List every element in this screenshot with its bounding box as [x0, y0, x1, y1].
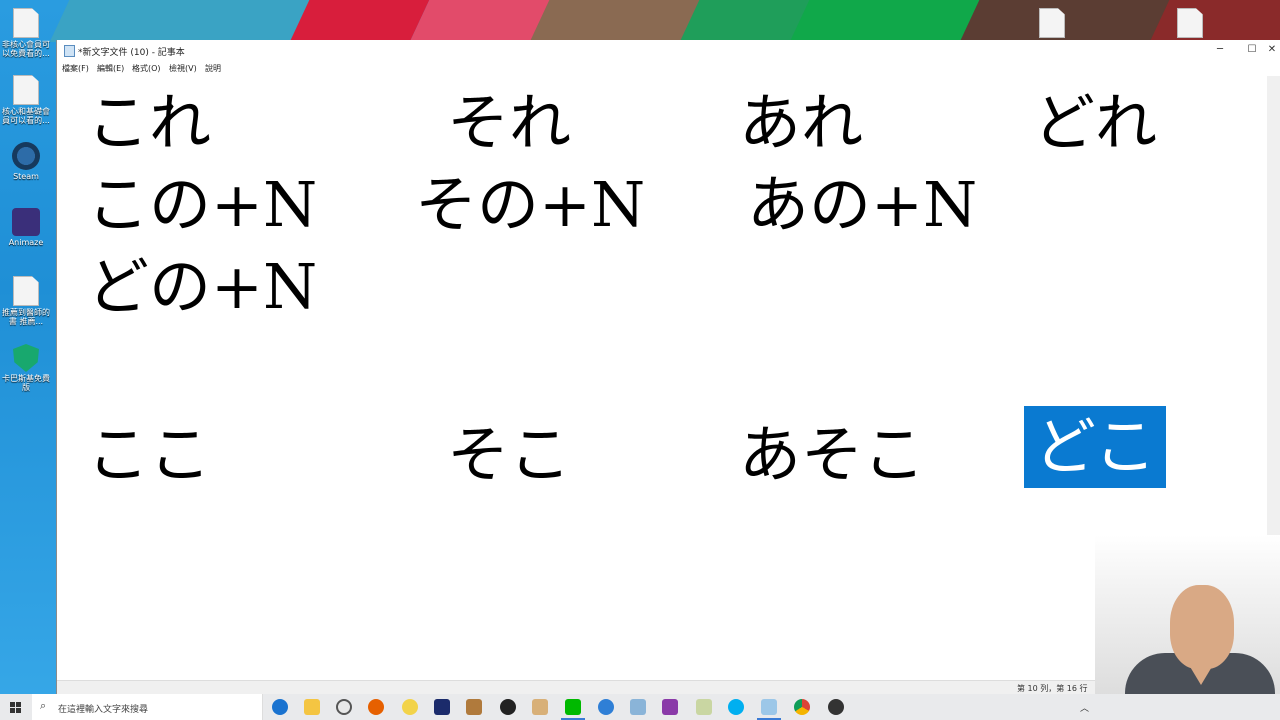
desktop-icon-file-2[interactable]: 核心和基礎會員可以看的...	[0, 75, 52, 125]
text-file-icon	[1039, 8, 1065, 38]
webcam-overlay	[1095, 535, 1280, 720]
desktop-icon-label: 卡巴斯基免費版	[2, 374, 50, 392]
wallpaper-stripes	[0, 0, 1280, 42]
minimize-button[interactable]: ─	[1203, 40, 1237, 60]
text-sono-n: その+N	[415, 168, 646, 241]
text-kono-n: この+N	[87, 168, 318, 241]
tray-chevron-up-icon[interactable]: ︿	[1080, 701, 1089, 714]
taskbar: ⌕ 在這裡輸入文字來搜尋 ︿	[0, 694, 1280, 720]
taskbar-search[interactable]: ⌕ 在這裡輸入文字來搜尋	[32, 694, 263, 720]
presenter-head	[1170, 585, 1234, 669]
search-app-icon[interactable]	[336, 699, 352, 715]
firefox-icon[interactable]	[368, 699, 384, 715]
notepad-taskbar-icon[interactable]	[757, 699, 781, 720]
text-file-icon	[13, 75, 39, 105]
text-dono-n: どの+N	[87, 250, 318, 323]
desktop-icon-label: Animaze	[8, 238, 44, 247]
desktop-icon-file-top-2[interactable]	[1164, 8, 1216, 40]
search-placeholder: 在這裡輸入文字來搜尋	[58, 705, 149, 715]
kaspersky-free-icon	[13, 344, 39, 372]
menu-format[interactable]: 格式(O)	[132, 63, 161, 74]
desktop-icon-kaspersky[interactable]: 卡巴斯基免費版	[0, 344, 52, 392]
desktop-icon-file-top-1[interactable]	[1026, 8, 1078, 40]
text-dore: どれ	[1033, 86, 1158, 159]
desktop-icon-label: 核心和基礎會員可以看的...	[2, 107, 50, 125]
close-button[interactable]: ✕	[1263, 40, 1280, 60]
text-are: あれ	[739, 86, 864, 159]
menu-edit[interactable]: 編輯(E)	[97, 63, 124, 74]
cursor-position: 第 10 列，第 16 行	[1017, 684, 1088, 693]
tool-icon[interactable]	[466, 699, 482, 715]
animaze-icon	[12, 208, 40, 236]
brush-icon[interactable]	[696, 699, 712, 715]
text-doko-selected: どこ	[1024, 406, 1167, 488]
steam-icon	[12, 142, 40, 170]
notepad-icon	[64, 45, 75, 57]
book-icon[interactable]	[532, 699, 548, 715]
edge-icon[interactable]	[272, 699, 288, 715]
desktop-icon-label: 推薦到醫師的書 推薦...	[2, 308, 50, 326]
text-file-icon	[13, 8, 39, 38]
text-file-icon	[13, 276, 39, 306]
desktop-icon-file-1[interactable]: 非核心會員可以免費看的...	[0, 8, 52, 58]
text-editor[interactable]: これ それ あれ どれ この+N その+N あの+N どの+N ここ そこ あそ…	[57, 76, 1267, 680]
skype-icon[interactable]	[728, 699, 744, 715]
desktop-icon-animaze[interactable]: Animaze	[0, 208, 52, 247]
text-soko: そこ	[447, 418, 572, 491]
desktop-icon-label: Steam	[13, 172, 39, 181]
text-kore: これ	[87, 86, 212, 159]
file-explorer-icon[interactable]	[304, 699, 320, 715]
text-sore: それ	[447, 86, 572, 159]
text-asoko: あそこ	[739, 418, 926, 491]
menu-file[interactable]: 檔案(F)	[62, 63, 89, 74]
media-icon[interactable]	[828, 699, 844, 715]
winrar-icon[interactable]	[662, 699, 678, 715]
windows-logo-icon	[10, 702, 21, 713]
music-icon[interactable]	[434, 699, 450, 715]
text-ano-n: あの+N	[747, 168, 978, 241]
lemon-icon[interactable]	[402, 699, 418, 715]
title-bar[interactable]: *新文字文件 (10) - 記事本 ─ ☐ ✕	[57, 40, 1280, 60]
desktop-icon-label: 非核心會員可以免費看的...	[2, 40, 50, 58]
puzzle-icon[interactable]	[630, 699, 646, 715]
menu-bar: 檔案(F) 編輯(E) 格式(O) 檢視(V) 說明	[57, 60, 1280, 75]
search-icon: ⌕	[40, 699, 47, 712]
desktop-icon-steam[interactable]: Steam	[0, 142, 52, 181]
line-icon[interactable]	[561, 699, 585, 720]
menu-help[interactable]: 說明	[205, 63, 221, 74]
text-koko: ここ	[87, 418, 212, 491]
text-file-icon	[1177, 8, 1203, 38]
obs-icon[interactable]	[500, 699, 516, 715]
chrome-icon[interactable]	[794, 699, 810, 715]
start-button[interactable]	[0, 694, 32, 720]
qbittorrent-icon[interactable]	[598, 699, 614, 715]
desktop-icon-file-3[interactable]: 推薦到醫師的書 推薦...	[0, 276, 52, 326]
window-title: *新文字文件 (10) - 記事本	[78, 48, 185, 58]
menu-view[interactable]: 檢視(V)	[169, 63, 197, 74]
